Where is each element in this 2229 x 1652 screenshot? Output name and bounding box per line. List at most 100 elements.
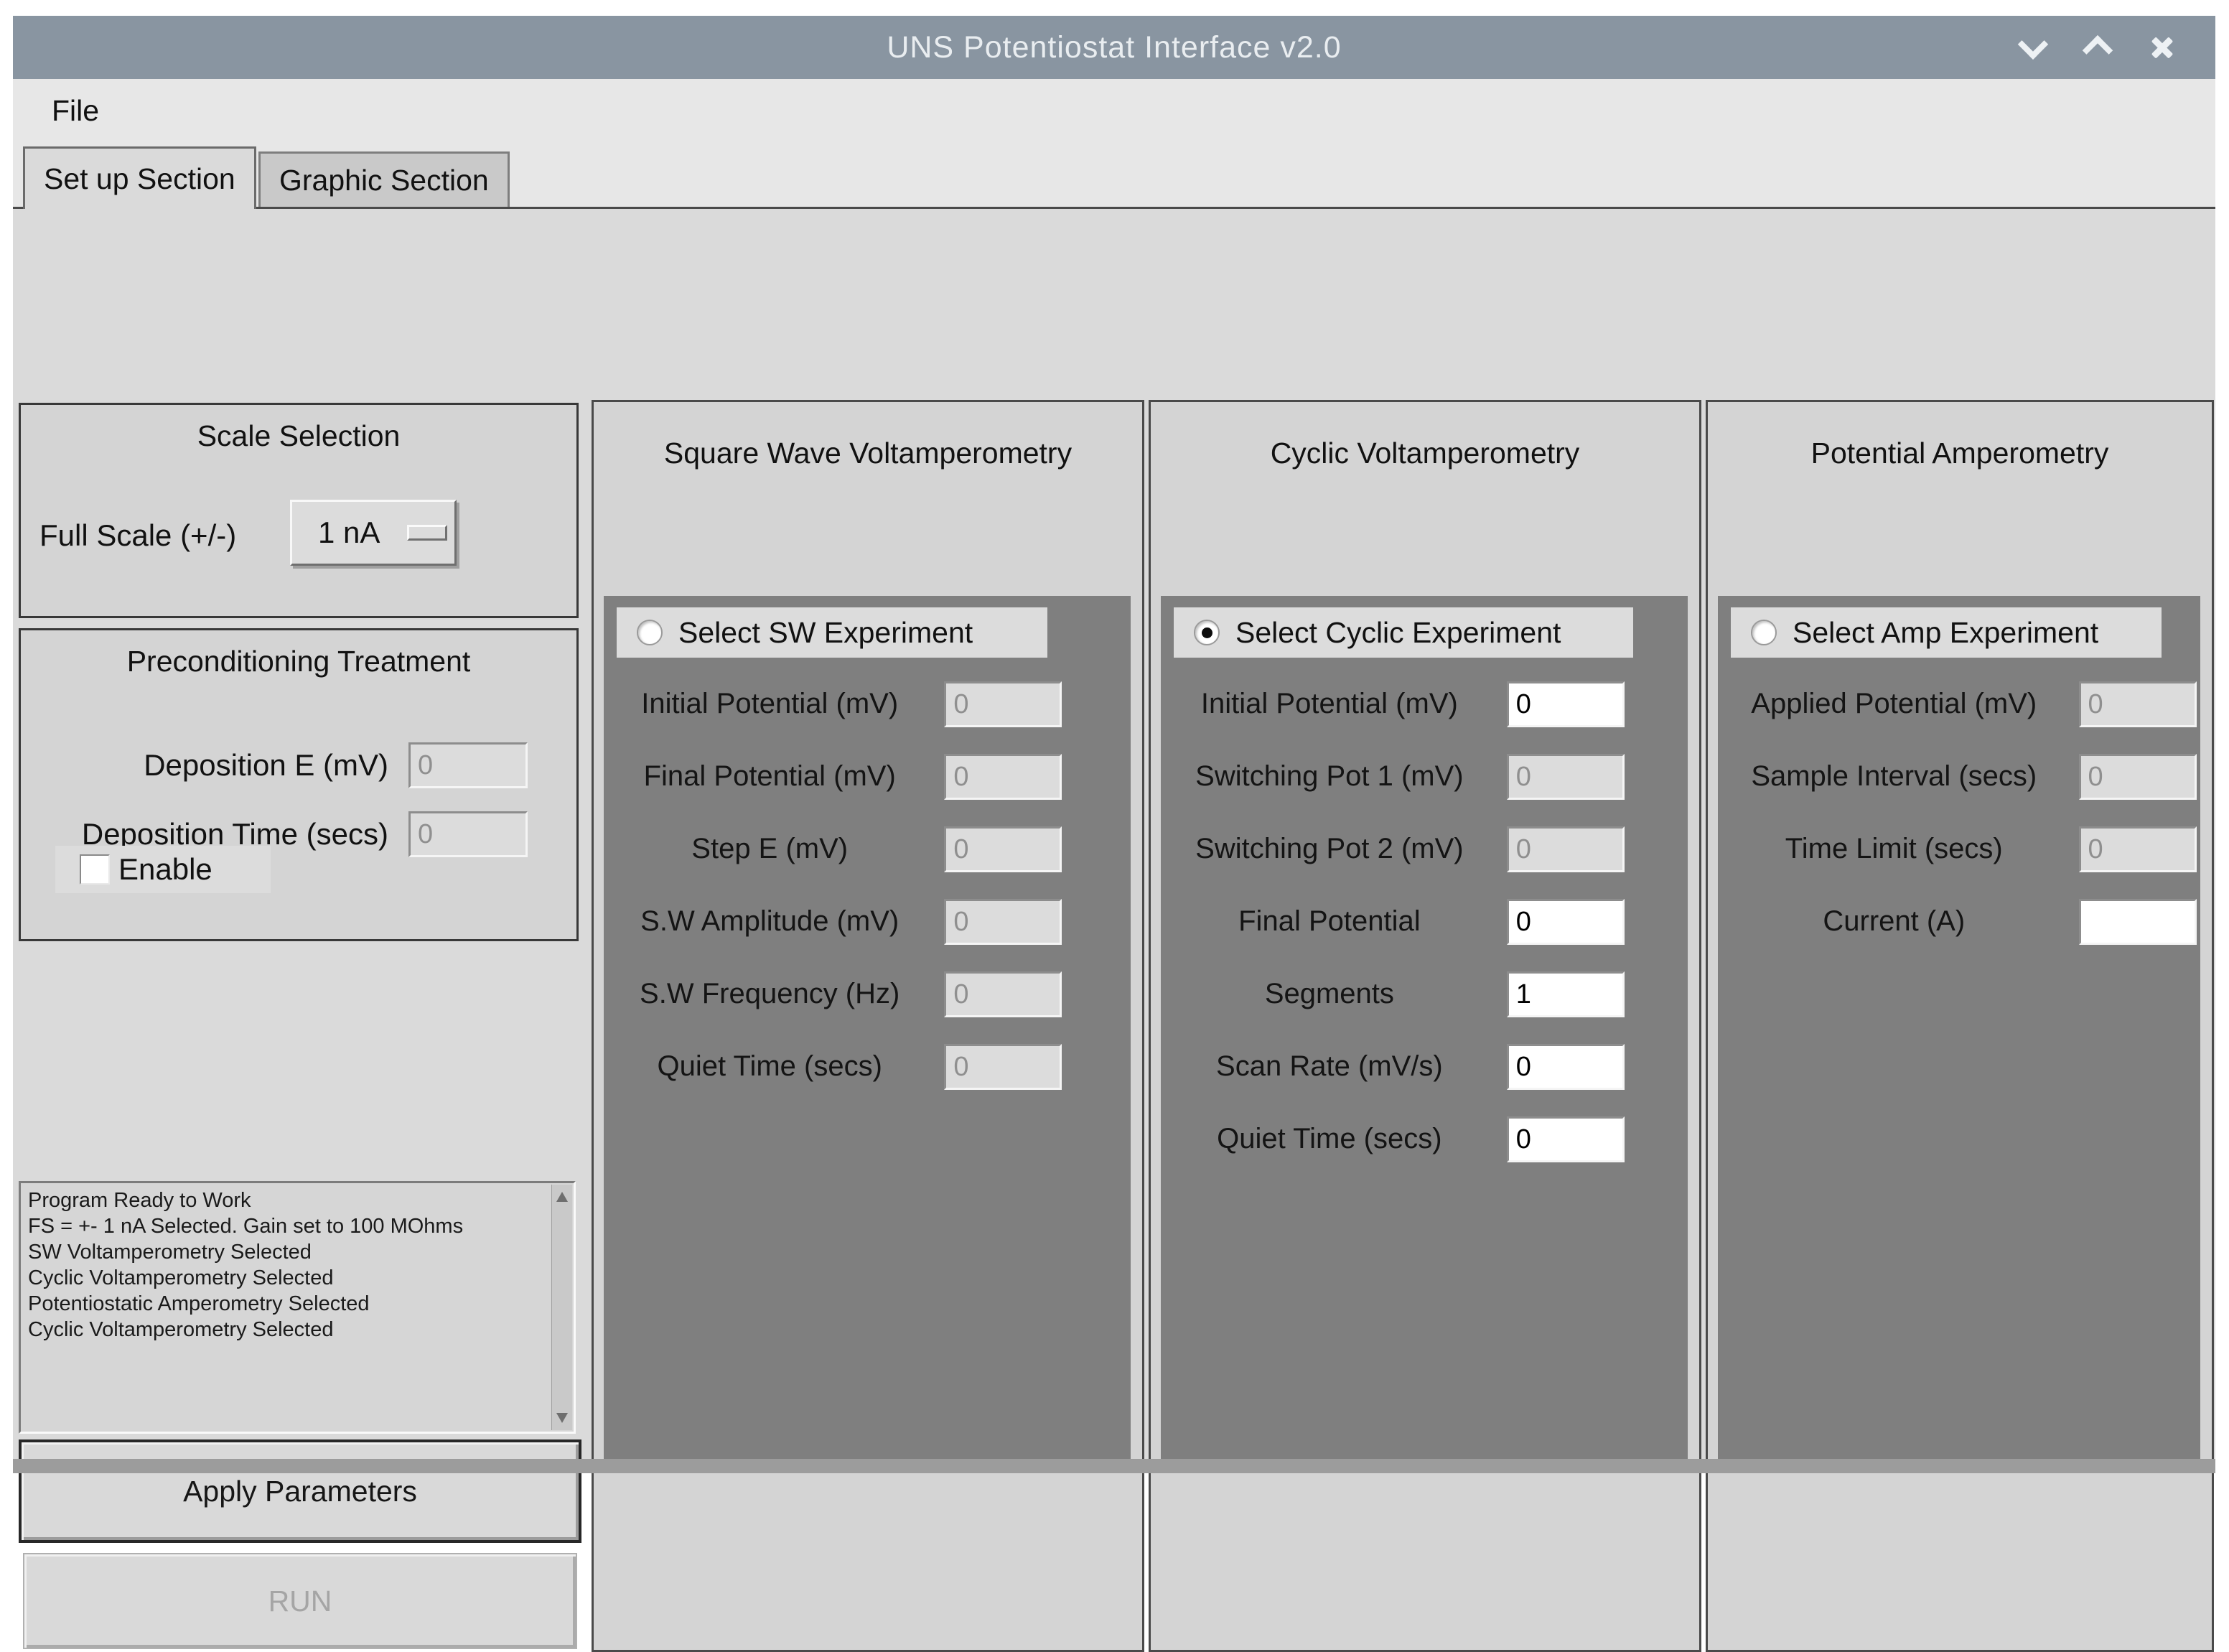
field-row: Scan Rate (mV/s) 0 [1161,1030,1688,1103]
scroll-down-arrow-icon [556,1413,568,1423]
sw-quiet-time-input: 0 [944,1044,1062,1090]
cv-initial-potential-label: Initial Potential (mV) [1161,688,1498,720]
status-log[interactable]: Program Ready to Work FS = +- 1 nA Selec… [19,1181,576,1434]
scale-selection-title: Scale Selection [21,405,576,453]
scale-selection-box: Scale Selection Full Scale (+/-) 1 nA [19,403,579,618]
minimize-button[interactable] [2017,32,2049,63]
amp-current-input[interactable] [2079,899,2197,945]
amp-time-limit-input: 0 [2079,826,2197,872]
field-row: Current (A) [1718,885,2200,958]
amp-radio-label: Select Amp Experiment [1793,616,2098,650]
deposition-time-input: 0 [408,811,528,857]
preconditioning-title: Preconditioning Treatment [21,630,576,678]
radio-button-selected-icon [1194,620,1220,645]
field-row: Step E (mV) 0 [604,813,1131,885]
field-row: Time Limit (secs) 0 [1718,813,2200,885]
setup-section-content: Scale Selection Full Scale (+/-) 1 nA Pr… [13,207,2215,1461]
log-line: SW Voltamperometry Selected [28,1239,545,1265]
maximize-button[interactable] [2082,32,2113,63]
sw-final-potential-label: Final Potential (mV) [604,760,935,793]
cyclic-form: Select Cyclic Experiment Initial Potenti… [1161,596,1688,1466]
amp-current-label: Current (A) [1718,905,2070,938]
cv-final-potential-input[interactable]: 0 [1507,899,1625,945]
full-scale-label: Full Scale (+/-) [39,518,236,553]
log-line: Cyclic Voltamperometry Selected [28,1265,545,1291]
window-controls [2017,16,2178,79]
cv-switching-pot-2-label: Switching Pot 2 (mV) [1161,833,1498,865]
amp-sample-interval-input: 0 [2079,754,2197,800]
deposition-e-input: 0 [408,742,528,788]
sw-amplitude-label: S.W Amplitude (mV) [604,905,935,938]
full-scale-value: 1 nA [318,515,380,550]
cyclic-radio-label: Select Cyclic Experiment [1235,616,1561,650]
cyclic-title: Cyclic Voltamperometry [1151,437,1699,470]
amp-field-rows: Applied Potential (mV) 0 Sample Interval… [1718,668,2200,958]
cv-switching-pot-1-input: 0 [1507,754,1625,800]
sw-initial-potential-input: 0 [944,681,1062,727]
field-row: Quiet Time (secs) 0 [604,1030,1131,1103]
full-scale-dropdown[interactable]: 1 nA [290,500,457,566]
field-row: Initial Potential (mV) 0 [604,668,1131,740]
amp-applied-potential-label: Applied Potential (mV) [1718,688,2070,720]
amperometry-form: Select Amp Experiment Applied Potential … [1718,596,2200,1466]
tab-setup-section[interactable]: Set up Section [23,146,256,209]
cv-quiet-time-input[interactable]: 0 [1507,1116,1625,1162]
log-line: Potentiostatic Amperometry Selected [28,1291,545,1317]
window-title: UNS Potentiostat Interface v2.0 [887,30,1341,65]
cv-segments-label: Segments [1161,978,1498,1010]
amp-sample-interval-label: Sample Interval (secs) [1718,760,2070,793]
field-row: Switching Pot 1 (mV) 0 [1161,740,1688,813]
enable-checkbox-row[interactable]: Enable [55,846,271,893]
amp-time-limit-label: Time Limit (secs) [1718,833,2070,865]
checkbox-icon [80,854,110,885]
cv-scan-rate-input[interactable]: 0 [1507,1044,1625,1090]
status-log-lines: Program Ready to Work FS = +- 1 nA Selec… [28,1187,545,1427]
dropdown-indicator-icon [407,525,447,541]
chevron-down-icon [2018,29,2048,60]
select-sw-experiment-radio[interactable]: Select SW Experiment [617,607,1047,658]
select-amp-experiment-radio[interactable]: Select Amp Experiment [1731,607,2162,658]
cv-initial-potential-input[interactable]: 0 [1507,681,1625,727]
sw-step-e-input: 0 [944,826,1062,872]
sw-quiet-time-label: Quiet Time (secs) [604,1050,935,1083]
log-scrollbar[interactable] [551,1185,572,1430]
field-row: S.W Amplitude (mV) 0 [604,885,1131,958]
sw-amplitude-input: 0 [944,899,1062,945]
menu-file[interactable]: File [42,90,109,132]
sw-radio-label: Select SW Experiment [678,616,973,650]
square-wave-title: Square Wave Voltamperometry [594,437,1142,470]
apply-parameters-button[interactable]: Apply Parameters [19,1439,581,1543]
log-line: FS = +- 1 nA Selected. Gain set to 100 M… [28,1213,545,1239]
cv-switching-pot-2-input: 0 [1507,826,1625,872]
cv-segments-input[interactable]: 1 [1507,971,1625,1017]
sw-final-potential-input: 0 [944,754,1062,800]
radio-button-icon [637,620,663,645]
field-row: Initial Potential (mV) 0 [1161,668,1688,740]
select-cyclic-experiment-radio[interactable]: Select Cyclic Experiment [1174,607,1633,658]
field-row: Quiet Time (secs) 0 [1161,1103,1688,1175]
log-line: Program Ready to Work [28,1187,545,1213]
log-line: Cyclic Voltamperometry Selected [28,1317,545,1343]
cv-scan-rate-label: Scan Rate (mV/s) [1161,1050,1498,1083]
menubar: File [13,79,2215,142]
field-row: S.W Frequency (Hz) 0 [604,958,1131,1030]
deposition-e-label: Deposition E (mV) [21,748,408,783]
sw-frequency-input: 0 [944,971,1062,1017]
run-button: RUN [23,1553,577,1649]
radio-button-icon [1751,620,1777,645]
tab-graphic-section[interactable]: Graphic Section [258,151,510,207]
field-row: Switching Pot 2 (mV) 0 [1161,813,1688,885]
cyclic-field-rows: Initial Potential (mV) 0 Switching Pot 1… [1161,668,1688,1175]
amp-applied-potential-input: 0 [2079,681,2197,727]
sw-frequency-label: S.W Frequency (Hz) [604,978,935,1010]
sw-step-e-label: Step E (mV) [604,833,935,865]
titlebar: UNS Potentiostat Interface v2.0 [13,16,2215,79]
sw-initial-potential-label: Initial Potential (mV) [604,688,935,720]
scroll-up-arrow-icon [556,1192,568,1202]
field-row: Final Potential 0 [1161,885,1688,958]
close-button[interactable] [2146,32,2178,63]
cv-final-potential-label: Final Potential [1161,905,1498,938]
deposition-e-row: Deposition E (mV) 0 [21,742,576,788]
preconditioning-box: Preconditioning Treatment Deposition E (… [19,628,579,941]
tab-row: Set up Section Graphic Section [13,142,2215,207]
